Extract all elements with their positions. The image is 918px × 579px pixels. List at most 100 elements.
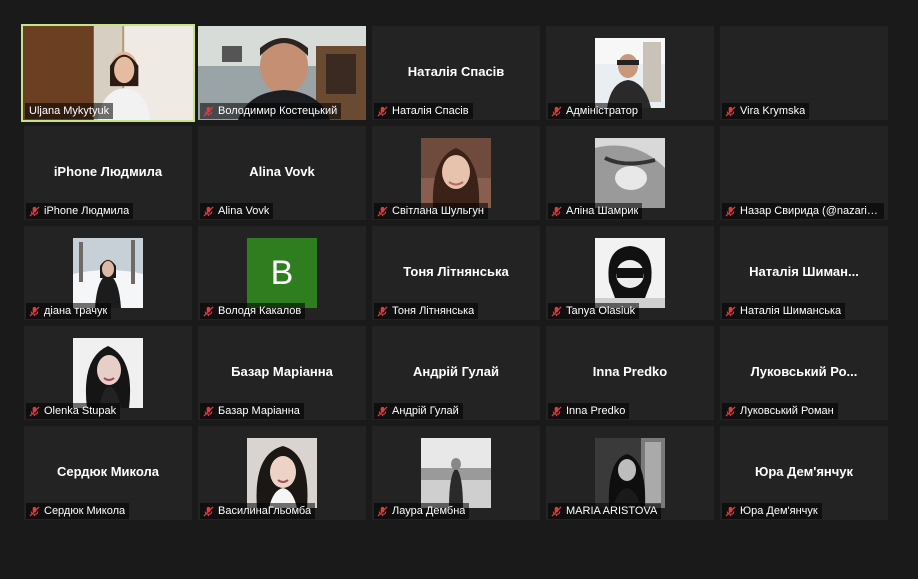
participant-name-label: Tanya Olasiuk <box>566 305 636 317</box>
participant-avatar <box>421 138 491 208</box>
participant-name-bar: Olenka Stupak <box>26 403 121 419</box>
participant-name-bar: Адміністратор <box>548 103 642 119</box>
participant-tile[interactable]: Базар Маріанна Базар Маріанна <box>198 326 366 420</box>
participant-tile[interactable]: Сердюк Микола Сердюк Микола <box>24 426 192 520</box>
microphone-muted-icon <box>28 305 40 317</box>
participant-name-label: Тоня Літнянська <box>392 305 475 317</box>
participant-avatar <box>73 338 143 408</box>
participant-name-label: Сердюк Микола <box>44 505 126 517</box>
participant-display-name: Наталія Спасів <box>407 64 505 79</box>
participant-tile[interactable]: Світлана Шульгун <box>372 126 540 220</box>
participant-name-label: Uljana Mykytyuk <box>29 105 110 117</box>
participant-name-bar: Луковський Роман <box>722 403 838 419</box>
participant-display-name: Alina Vovk <box>249 164 315 179</box>
participant-tile[interactable]: Тоня Літнянська Тоня Літнянська <box>372 226 540 320</box>
participant-tile[interactable]: Vira Krymska <box>720 26 888 120</box>
participant-display-name: Наталія Шиман... <box>749 264 859 279</box>
participant-name-label: Адміністратор <box>566 105 638 117</box>
participant-name-label: Лаура Дембна <box>392 505 466 517</box>
microphone-muted-icon <box>202 305 214 317</box>
participant-tile[interactable]: діана трачук <box>24 226 192 320</box>
participant-name-label: Аліна Шамрик <box>566 205 639 217</box>
participant-name-label: ВасилинаГльомба <box>218 505 312 517</box>
participant-letter-avatar: B <box>247 238 317 308</box>
participant-tile[interactable]: Tanya Olasiuk <box>546 226 714 320</box>
participant-avatar <box>595 138 665 208</box>
participant-name-bar: Vira Krymska <box>722 103 810 119</box>
participant-avatar <box>73 238 143 308</box>
participant-avatar <box>421 438 491 508</box>
microphone-muted-icon <box>550 305 562 317</box>
participant-name-label: Юра Дем'янчук <box>740 505 818 517</box>
participant-display-name: Базар Маріанна <box>231 364 333 379</box>
participant-tile[interactable]: Наталія Шиман... Наталія Шиманська <box>720 226 888 320</box>
participant-name-bar: Наталія Спасів <box>374 103 473 119</box>
participant-name-bar: iPhone Людмила <box>26 203 134 219</box>
participant-avatar <box>595 438 665 508</box>
participant-name-label: iPhone Людмила <box>44 205 130 217</box>
participant-tile[interactable]: B Володя Какалов <box>198 226 366 320</box>
participant-tile[interactable]: MARIA ARISTOVA <box>546 426 714 520</box>
microphone-muted-icon <box>550 405 562 417</box>
participant-name-bar: Юра Дем'янчук <box>722 503 822 519</box>
participant-display-name: Сердюк Микола <box>57 464 159 479</box>
microphone-muted-icon <box>376 505 388 517</box>
microphone-muted-icon <box>376 105 388 117</box>
participant-name-label: Світлана Шульгун <box>392 205 484 217</box>
microphone-muted-icon <box>202 505 214 517</box>
participant-tile[interactable]: Юра Дем'янчук Юра Дем'янчук <box>720 426 888 520</box>
participant-name-label: Olenka Stupak <box>44 405 117 417</box>
participant-name-label: Назар Свирида (@nazariu... <box>740 205 880 217</box>
microphone-muted-icon <box>724 205 736 217</box>
participant-tile[interactable]: Луковський Ро... Луковський Роман <box>720 326 888 420</box>
participant-display-name: Андрій Гулай <box>412 364 500 379</box>
participant-tile[interactable]: Лаура Дембна <box>372 426 540 520</box>
participant-avatar <box>247 438 317 508</box>
participant-avatar <box>595 38 665 108</box>
participant-name-label: діана трачук <box>44 305 108 317</box>
participant-name-label: Наталія Спасів <box>392 105 469 117</box>
participant-tile[interactable]: Володимир Костецький <box>198 26 366 120</box>
participant-display-name: Юра Дем'янчук <box>754 464 854 479</box>
participant-tile[interactable]: Наталія Спасів Наталія Спасів <box>372 26 540 120</box>
participant-tile[interactable]: Uljana Mykytyuk <box>21 24 195 122</box>
participant-name-bar: Alina Vovk <box>200 203 274 219</box>
microphone-muted-icon <box>376 405 388 417</box>
participant-tile[interactable]: Адміністратор <box>546 26 714 120</box>
participant-name-label: Alina Vovk <box>218 205 270 217</box>
participant-tile[interactable]: Аліна Шамрик <box>546 126 714 220</box>
microphone-muted-icon <box>550 505 562 517</box>
participant-tile[interactable]: Alina Vovk Alina Vovk <box>198 126 366 220</box>
participant-name-bar: Володимир Костецький <box>200 103 342 119</box>
microphone-muted-icon <box>724 405 736 417</box>
participant-name-label: Володимир Костецький <box>218 105 338 117</box>
participant-tile[interactable]: iPhone Людмила iPhone Людмила <box>24 126 192 220</box>
participant-name-label: Vira Krymska <box>740 105 806 117</box>
participant-name-bar: діана трачук <box>26 303 112 319</box>
participant-tile[interactable]: ВасилинаГльомба <box>198 426 366 520</box>
participant-tile[interactable]: Olenka Stupak <box>24 326 192 420</box>
participant-name-label: Луковський Роман <box>740 405 834 417</box>
participant-name-label: Базар Маріанна <box>218 405 300 417</box>
participant-tile[interactable]: Андрій Гулай Андрій Гулай <box>372 326 540 420</box>
participant-name-bar: Аліна Шамрик <box>548 203 643 219</box>
microphone-muted-icon <box>724 105 736 117</box>
participant-name-bar: ВасилинаГльомба <box>200 503 316 519</box>
microphone-muted-icon <box>376 305 388 317</box>
microphone-muted-icon <box>724 505 736 517</box>
participant-name-bar: Базар Маріанна <box>200 403 304 419</box>
participant-avatar <box>595 238 665 308</box>
participant-name-label: Inna Predko <box>566 405 626 417</box>
participant-name-bar: Тоня Літнянська <box>374 303 479 319</box>
participant-tile[interactable]: Inna Predko Inna Predko <box>546 326 714 420</box>
participant-tile[interactable]: Назар Свирида (@nazariu... <box>720 126 888 220</box>
microphone-muted-icon <box>202 405 214 417</box>
microphone-muted-icon <box>376 205 388 217</box>
participant-name-label: MARIA ARISTOVA <box>566 505 658 517</box>
participant-name-bar: Лаура Дембна <box>374 503 470 519</box>
participant-name-bar: Світлана Шульгун <box>374 203 488 219</box>
participant-display-name: iPhone Людмила <box>53 164 163 179</box>
microphone-muted-icon <box>202 205 214 217</box>
microphone-muted-icon <box>28 505 40 517</box>
participant-grid: Uljana Mykytyuk Володимир Костецький Натал… <box>0 0 918 579</box>
